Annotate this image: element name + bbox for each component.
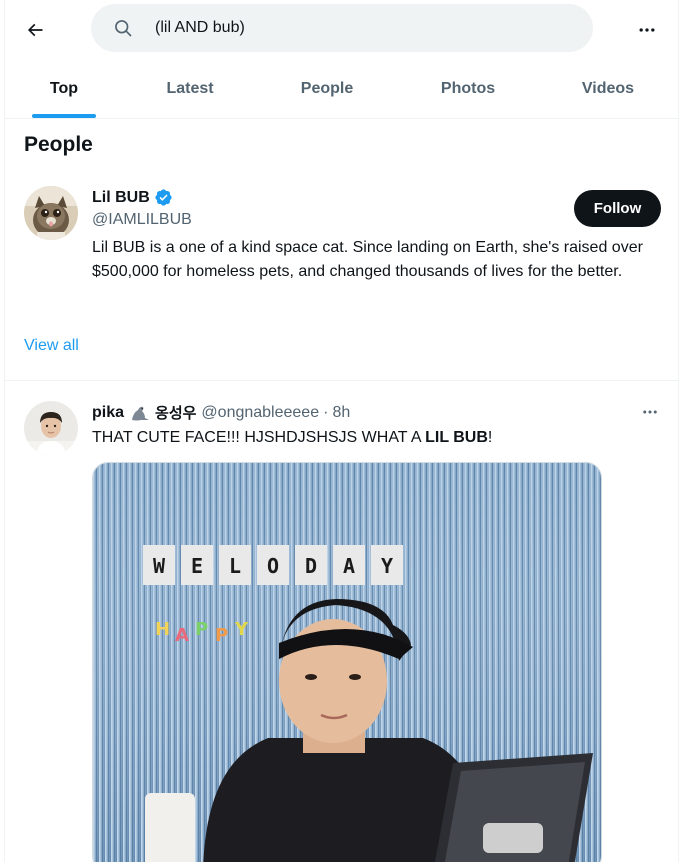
seal-icon (132, 406, 150, 420)
user-display-name[interactable]: Lil BUB (92, 189, 150, 207)
tweet-text-suffix: ! (487, 429, 493, 446)
tab-photos[interactable]: Photos (418, 59, 518, 118)
search-input[interactable]: (lil AND bub) (91, 4, 593, 52)
tweet-text-prefix: THAT CUTE FACE!!! HJSHDJSHSJS WHAT A (92, 429, 426, 446)
more-horizontal-icon (643, 410, 657, 414)
arrow-left-icon (27, 23, 43, 37)
more-options-button[interactable] (629, 12, 665, 48)
sign-card: Y (371, 545, 403, 585)
search-icon (115, 20, 132, 37)
sign-letter: W (153, 554, 166, 578)
banner-letter: P (195, 619, 208, 640)
back-button[interactable] (17, 12, 53, 48)
sign-cards: WELODAY (143, 545, 403, 585)
sign-letter: Y (381, 554, 393, 578)
tweet-author-korean-name[interactable]: 옹성우 (155, 402, 196, 423)
follow-button[interactable]: Follow (574, 190, 661, 227)
sign-card: L (219, 545, 251, 585)
search-tabs: Top Latest People Photos Videos (5, 59, 678, 119)
tab-top[interactable]: Top (5, 59, 123, 118)
user-name-row: Lil BUB (92, 188, 173, 207)
cat-avatar (24, 186, 78, 240)
app-frame: (lil AND bub) Top Latest People Photos V… (4, 0, 679, 862)
tweet-timestamp[interactable]: 8h (332, 404, 350, 422)
more-horizontal-icon (639, 28, 655, 32)
view-all-link[interactable]: View all (24, 337, 79, 355)
tweet-text-highlight: LIL BUB (425, 429, 488, 446)
banner-letter: H (155, 619, 170, 640)
verified-badge-icon (155, 189, 172, 206)
sign-card: O (257, 545, 289, 585)
tweet-header: pika 옹성우 @ongnableeeee · 8h (92, 402, 350, 423)
user-bio: Lil BUB is a one of a kind space cat. Si… (92, 239, 643, 280)
sign-card: D (295, 545, 327, 585)
tweet-separator-dot: · (323, 403, 329, 421)
tab-people[interactable]: People (277, 59, 377, 118)
sign-letter: O (267, 554, 279, 578)
banner-letter: Y (234, 619, 249, 640)
sign-letter: A (343, 554, 355, 578)
sign-card: E (181, 545, 213, 585)
tab-latest[interactable]: Latest (140, 59, 240, 118)
user-avatar[interactable] (24, 186, 78, 240)
search-header: (lil AND bub) (5, 0, 678, 57)
sign-letter: E (191, 554, 203, 578)
tweet-text: THAT CUTE FACE!!! HJSHDJSHSJS WHAT A LIL… (92, 428, 492, 448)
sign-card: W (143, 545, 175, 585)
sign-letter: L (229, 554, 241, 578)
banner-letter: A (175, 625, 189, 646)
active-tab-indicator (32, 114, 96, 118)
person-avatar (24, 401, 78, 455)
sign-letter: D (305, 554, 317, 578)
tweet-author-name[interactable]: pika (92, 404, 124, 422)
tab-videos[interactable]: Videos (558, 59, 658, 118)
tweet-author-handle[interactable]: @ongnableeeee (201, 404, 319, 422)
banner-letter: P (215, 625, 228, 646)
search-query-text[interactable]: (lil AND bub) (155, 19, 245, 37)
tweet-author-avatar[interactable] (24, 401, 78, 455)
tweet-more-button[interactable] (633, 398, 667, 426)
section-divider (5, 380, 678, 381)
tweet-photo: WELODAY HAPPY (93, 463, 601, 862)
tweet-media-image[interactable]: WELODAY HAPPY (92, 462, 602, 862)
sign-card: A (333, 545, 365, 585)
section-title-people: People (24, 133, 93, 156)
user-handle[interactable]: @IAMLILBUB (92, 211, 192, 229)
